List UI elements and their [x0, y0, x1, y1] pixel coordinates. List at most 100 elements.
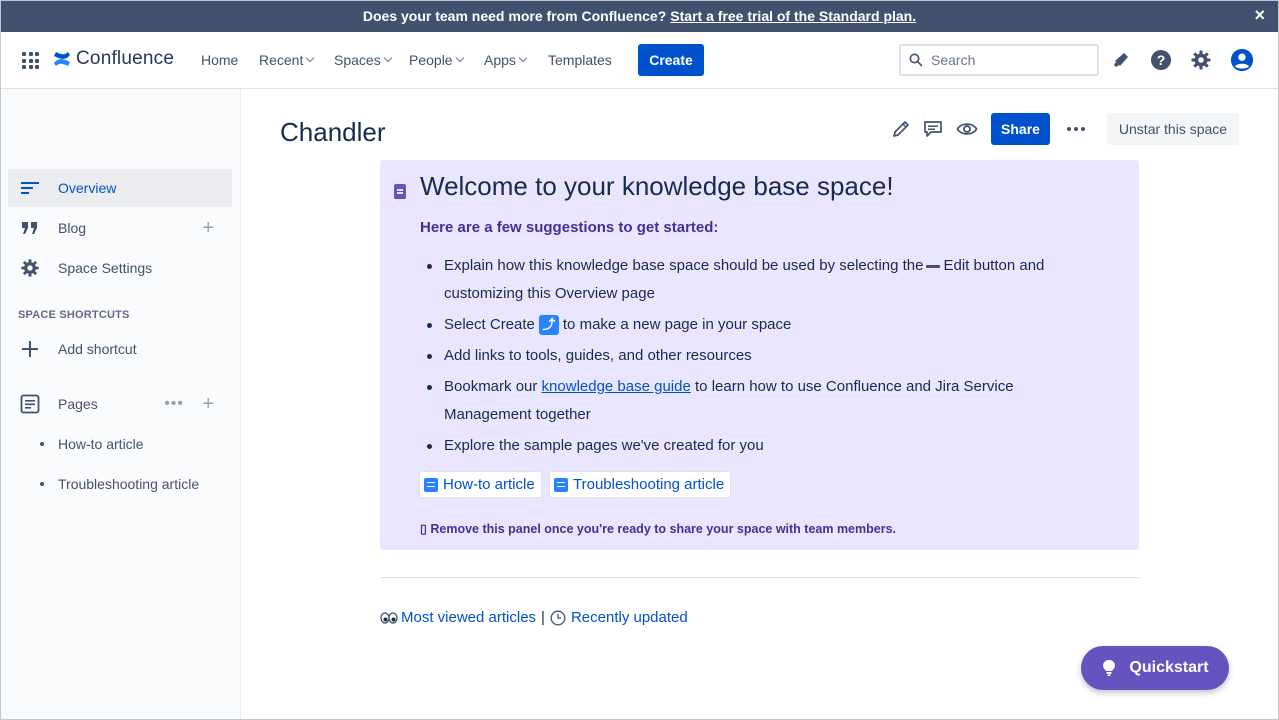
sidebar-item-blog[interactable]: Blog + [8, 209, 232, 247]
remove-panel-note: ▯ Remove this panel once you're ready to… [420, 521, 896, 536]
nav-apps[interactable]: Apps [484, 52, 528, 68]
nav-home-label: Home [201, 52, 239, 68]
close-banner-icon[interactable]: × [1254, 6, 1265, 24]
quickstart-label: Quickstart [1129, 659, 1209, 676]
trial-banner: Does your team need more from Confluence… [0, 0, 1279, 32]
search-icon [909, 53, 923, 67]
chevron-down-icon [306, 53, 315, 63]
edit-icon [926, 264, 941, 268]
bullet-text: Explain how this knowledge base space sh… [444, 257, 924, 274]
more-options-icon[interactable]: ••• [164, 395, 184, 413]
remove-note-text: Remove this panel once you're ready to s… [430, 522, 896, 536]
chip-label: Troubleshooting article [573, 476, 725, 493]
bullet-text: Select Create [444, 316, 535, 333]
nav-recent[interactable]: Recent [259, 52, 315, 68]
unstar-space-button[interactable]: Unstar this space [1107, 113, 1239, 145]
quickstart-button[interactable]: Quickstart [1081, 646, 1229, 690]
list-item: Explore the sample pages we've created f… [420, 432, 1080, 460]
page-tree-label: Troubleshooting article [58, 476, 200, 492]
list-item: Add links to tools, guides, and other re… [420, 342, 1080, 370]
how-to-article-link[interactable]: How-to article [419, 471, 542, 498]
chevron-down-icon [518, 53, 528, 63]
missing-glyph-icon: ▯ [420, 522, 431, 536]
profile-avatar-icon[interactable] [1230, 48, 1254, 72]
help-icon[interactable]: ? [1149, 48, 1173, 72]
plus-icon [18, 337, 42, 361]
panel-title: Welcome to your knowledge base space! [420, 171, 894, 201]
sidebar-item-pages[interactable]: Pages ••• + [8, 385, 232, 423]
page-document-icon [18, 392, 42, 416]
list-item: Select Create ⤴ to make a new page in your… [420, 311, 1080, 339]
sidebar-item-overview[interactable]: Overview [8, 169, 232, 207]
add-shortcut-button[interactable]: Add shortcut [8, 330, 232, 368]
nav-home[interactable]: Home [201, 52, 238, 68]
bullet-icon [40, 482, 44, 486]
sidebar-item-label: Space Settings [58, 260, 153, 276]
welcome-note-panel: Welcome to your knowledge base space! He… [380, 160, 1139, 550]
edit-pencil-icon[interactable] [890, 118, 912, 140]
page-icon [424, 477, 438, 492]
start-trial-link[interactable]: Start a free trial of the Standard plan. [670, 8, 916, 24]
space-sidebar: Overview Blog + Space Settings SPACE SHO… [0, 89, 241, 720]
bullet-text: Bookmark our [444, 378, 538, 395]
most-viewed-articles-link[interactable]: Most viewed articles [401, 609, 536, 626]
suggestions-list: Explain how this knowledge base space sh… [420, 252, 1080, 463]
confluence-logo-icon [54, 52, 70, 66]
comment-icon[interactable] [922, 118, 944, 140]
more-actions-icon[interactable] [1064, 118, 1088, 140]
nav-people-label: People [409, 52, 453, 68]
space-shortcuts-heading: SPACE SHORTCUTS [18, 309, 130, 321]
nav-recent-label: Recent [259, 52, 304, 68]
sidebar-item-label: Pages [58, 396, 98, 412]
create-button[interactable]: Create [638, 44, 704, 76]
chevron-down-icon [455, 53, 464, 63]
bullet-text: to make a new page in your space [562, 316, 792, 333]
sidebar-item-label: Blog [58, 220, 87, 236]
page-tree-item[interactable]: Troubleshooting article [40, 476, 199, 492]
lightbulb-icon [1103, 660, 1116, 676]
eyes-icon [380, 611, 398, 624]
confluence-logo[interactable]: Confluence [52, 48, 174, 70]
watch-eye-icon[interactable] [956, 118, 978, 140]
app-switcher-icon[interactable] [22, 52, 39, 69]
gear-icon [18, 256, 42, 280]
logo-text: Confluence [76, 48, 175, 69]
page-tree-label: How-to article [58, 436, 144, 452]
top-navigation: Confluence Home Recent Spaces People App… [0, 32, 1279, 89]
question-mark-icon: ? [1151, 50, 1171, 70]
avatar-icon [1230, 48, 1254, 72]
create-icon: ⤴ [538, 315, 559, 336]
recently-updated-link[interactable]: Recently updated [571, 609, 688, 626]
clock-icon [550, 610, 566, 625]
bullet-text: Add links to tools, guides, and other re… [444, 347, 752, 364]
note-icon [394, 184, 406, 199]
sidebar-item-space-settings[interactable]: Space Settings [8, 249, 232, 287]
panel-subtitle: Here are a few suggestions to get starte… [420, 219, 719, 236]
bottom-links: Most viewed articles | Recently updated [380, 609, 688, 626]
nav-spaces[interactable]: Spaces [334, 52, 392, 68]
knowledge-base-guide-link[interactable]: knowledge base guide [542, 378, 691, 395]
page-tree-item[interactable]: How-to article [40, 436, 144, 452]
share-button[interactable]: Share [991, 113, 1050, 145]
sidebar-item-label: Add shortcut [58, 341, 137, 357]
quote-icon [18, 216, 42, 240]
search-input[interactable] [931, 52, 1081, 68]
list-item: Explain how this knowledge base space sh… [420, 252, 1080, 308]
gear-icon [1191, 50, 1211, 70]
nav-templates[interactable]: Templates [548, 52, 612, 68]
add-blog-icon[interactable]: + [202, 218, 214, 238]
overview-lines-icon [18, 176, 42, 200]
troubleshooting-article-link[interactable]: Troubleshooting article [549, 471, 732, 498]
nav-spaces-label: Spaces [334, 52, 381, 68]
settings-gear-icon[interactable] [1189, 48, 1213, 72]
bullet-icon [40, 442, 44, 446]
nav-people[interactable]: People [409, 52, 464, 68]
divider [380, 577, 1139, 578]
link-separator: | [541, 609, 545, 626]
sidebar-item-label: Overview [58, 180, 117, 196]
banner-text: Does your team need more from Confluence… [362, 8, 667, 24]
chevron-down-icon [383, 53, 392, 63]
add-page-icon[interactable]: + [202, 394, 214, 414]
search-box[interactable] [899, 44, 1099, 76]
notifications-icon[interactable] [1109, 48, 1133, 72]
